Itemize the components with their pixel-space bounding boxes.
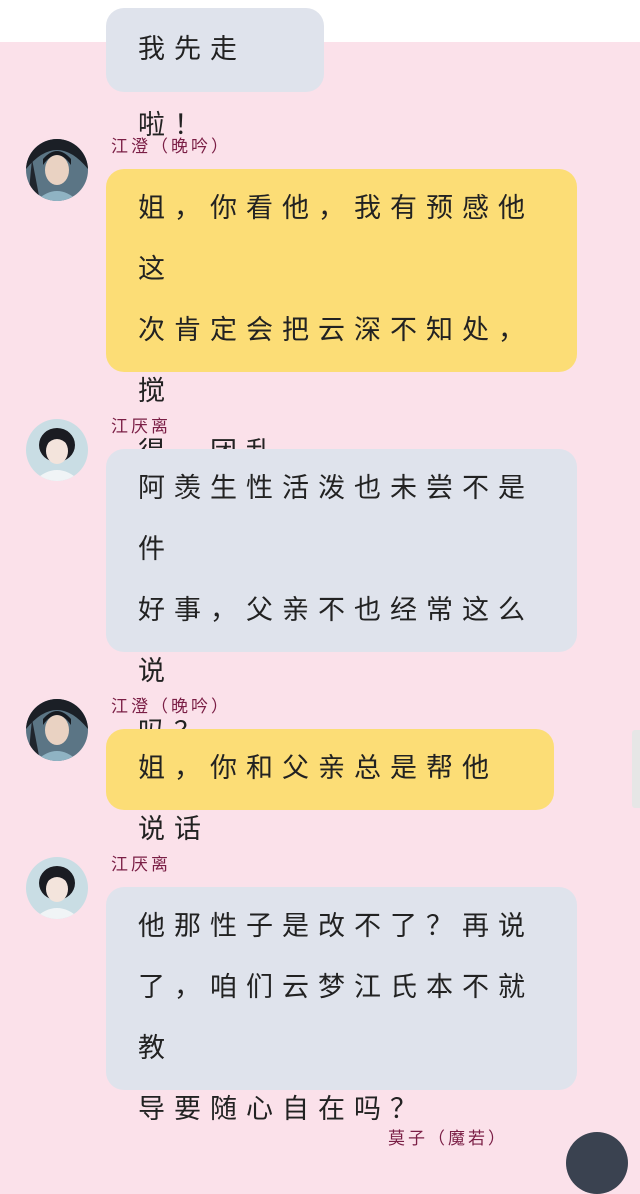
sender-name: 江澄（晚吟） (111, 697, 231, 717)
sender-avatar[interactable] (26, 699, 88, 761)
message-line: 了，咱们云梦江氏本不就教 (138, 972, 534, 1064)
sender-name: 江厌离 (111, 417, 171, 437)
message-line: 姐，你看他，我有预感他这 (138, 193, 534, 285)
female-avatar-icon (26, 419, 88, 481)
sender-avatar[interactable] (566, 1132, 628, 1194)
sender-name: 莫子（魔若） (388, 1129, 508, 1149)
message-line: 姐，你和父亲总是帮他说话 (138, 753, 498, 845)
message-bubble: 姐，你看他，我有预感他这 次肯定会把云深不知处，搅 得一团乱 (106, 169, 577, 468)
sender-avatar[interactable] (26, 139, 88, 201)
sender-avatar[interactable] (26, 419, 88, 481)
sender-avatar[interactable] (26, 857, 88, 919)
message-bubble: 姐，你和父亲总是帮他说话 (106, 729, 554, 845)
message-bubble: 他那性子是改不了？再说 了，咱们云梦江氏本不就教 导要随心自在吗？ (106, 887, 577, 1125)
male-avatar-icon (26, 699, 88, 761)
message-bubble: 阿羡生性活泼也未尝不是件 好事，父亲不也经常这么说 吗？ (106, 449, 577, 748)
message-line: 阿羡生性活泼也未尝不是件 (138, 473, 534, 565)
message-bubble: 我先走啦！ (106, 8, 324, 141)
scrollbar-thumb[interactable] (632, 730, 640, 808)
message-line: 好事，父亲不也经常这么说 (138, 595, 534, 687)
male-avatar-icon (26, 139, 88, 201)
female-avatar-icon (26, 857, 88, 919)
message-line: 次肯定会把云深不知处，搅 (138, 315, 534, 407)
sender-name: 江厌离 (111, 855, 171, 875)
sender-name: 江澄（晚吟） (111, 137, 231, 157)
message-line: 他那性子是改不了？再说 (138, 911, 534, 942)
